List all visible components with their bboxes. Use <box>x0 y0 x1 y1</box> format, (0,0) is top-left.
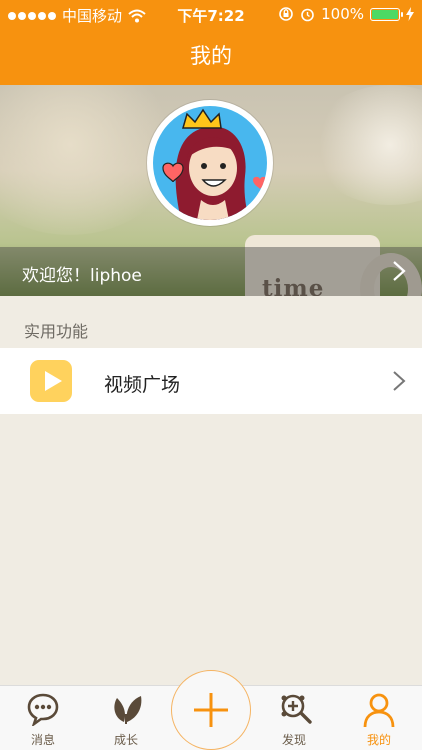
tab-label: 发现 <box>281 733 306 747</box>
person-icon <box>363 693 395 728</box>
leaf-icon <box>114 696 142 724</box>
tab-label: 成长 <box>113 733 138 747</box>
username: liphoe <box>90 266 142 286</box>
list-item-video-square[interactable]: 视频广场 <box>0 348 422 414</box>
chat-bubble-icon <box>27 693 59 726</box>
profile-row[interactable]: 欢迎您！liphoe <box>0 247 422 296</box>
battery-percent: 100% <box>321 5 364 23</box>
page-title: 我的 <box>0 28 422 85</box>
status-bar: 中国移动 下午7:22 100% <box>0 0 422 28</box>
list-item-label: 视频广场 <box>104 374 181 396</box>
add-button[interactable] <box>171 670 251 750</box>
alarm-icon <box>301 8 314 21</box>
banner-bokeh <box>310 85 422 205</box>
battery-icon <box>370 7 403 21</box>
play-icon <box>30 360 72 402</box>
avatar[interactable] <box>147 100 273 226</box>
orientation-lock-icon <box>279 7 293 21</box>
welcome-text: 欢迎您！liphoe <box>22 266 142 286</box>
section-title: 实用功能 <box>24 322 89 341</box>
plus-icon <box>194 693 228 727</box>
tab-label: 我的 <box>366 733 391 747</box>
tab-label: 消息 <box>30 733 55 747</box>
tab-me[interactable]: 我的 <box>344 686 414 750</box>
discover-icon <box>281 694 312 724</box>
tab-growth[interactable]: 成长 <box>91 686 161 750</box>
tab-messages[interactable]: 消息 <box>8 686 78 750</box>
tab-discover[interactable]: 发现 <box>259 686 329 750</box>
chevron-right-icon[interactable] <box>392 260 406 282</box>
chevron-right-icon <box>393 371 406 391</box>
charging-icon <box>406 7 414 21</box>
